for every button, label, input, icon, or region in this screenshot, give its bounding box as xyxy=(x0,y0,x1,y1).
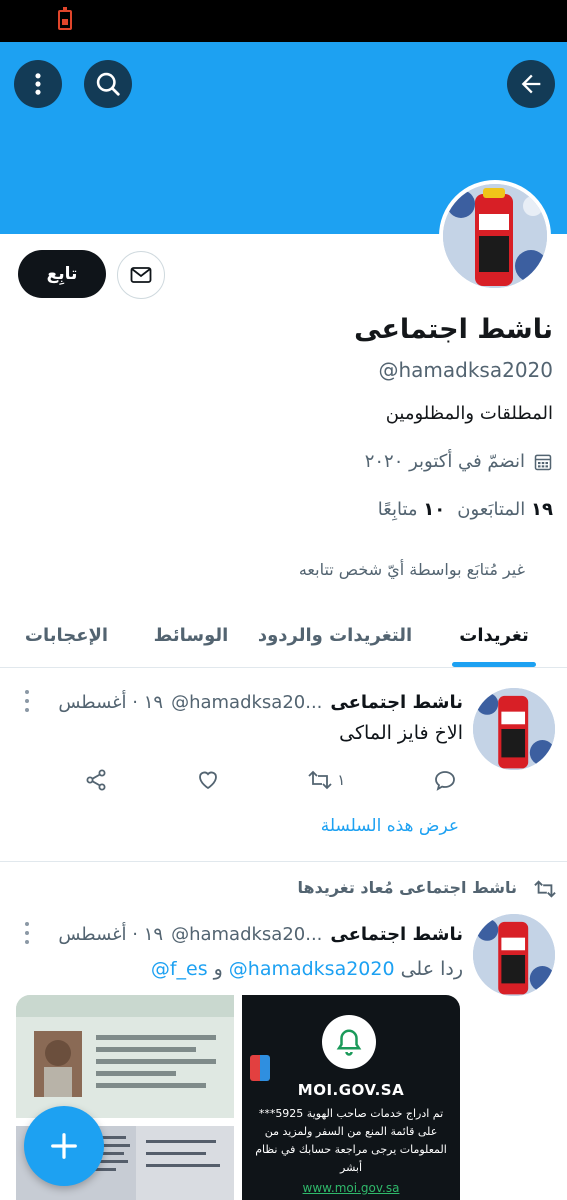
bell-icon xyxy=(336,1029,362,1056)
envelope-icon xyxy=(130,267,152,283)
tweet-date: ١٩ · أغسطس xyxy=(58,692,164,713)
profile-bio: المطلقات والمظلومين xyxy=(385,403,553,424)
id-card-image xyxy=(16,995,234,1118)
battery-charging-icon xyxy=(58,7,72,30)
tweet-text: الاخ فايز الماكى xyxy=(339,722,463,744)
not-followed-note: غير مُتابَع بواسطة أيّ شخص تتابعه xyxy=(298,560,525,579)
like-button[interactable] xyxy=(196,768,220,792)
tweet-author-handle: @hamadksa20... xyxy=(171,692,323,713)
profile-handle: @hamadksa2020 xyxy=(378,358,553,382)
profile-name: ناشط اجتماعى xyxy=(354,314,553,345)
show-thread-link[interactable]: عرض هذه السلسلة xyxy=(321,816,459,836)
retweet-button[interactable]: ١ xyxy=(307,768,345,792)
arrow-left-icon xyxy=(521,74,541,94)
plus-icon xyxy=(51,1133,77,1159)
tab-tweets[interactable]: تغريدات xyxy=(421,604,567,667)
tweet-divider xyxy=(0,861,567,862)
following-stat[interactable]: ١٠ متابِعًا xyxy=(378,499,445,520)
tweet-author-name[interactable]: ناشط اجتماعى xyxy=(330,924,463,945)
moi-title: MOI.GOV.SA xyxy=(297,1081,405,1099)
followers-stat[interactable]: ١٩ المتابَعون xyxy=(457,499,553,520)
followers-count: ١٩ xyxy=(531,499,553,520)
tweet-more-button[interactable] xyxy=(24,922,30,944)
tweet-more-button[interactable] xyxy=(24,690,30,712)
tweet-date: ١٩ · أغسطس xyxy=(58,924,164,945)
tab-media[interactable]: الوسائط xyxy=(133,604,249,667)
following-label: متابِعًا xyxy=(377,499,418,520)
profile-tabs: تغريدات التغريدات والردود الوسائط الإعجا… xyxy=(0,604,567,668)
joined-date: انضمّ في أكتوبر ٢٠٢٠ xyxy=(365,451,553,472)
tweet-avatar[interactable] xyxy=(473,688,555,770)
reply-icon xyxy=(435,771,455,791)
more-vertical-icon xyxy=(35,73,41,95)
follow-button[interactable]: تابِع xyxy=(18,250,106,298)
retweeted-by-text[interactable]: ناشط اجتماعى مُعاد تغريدها xyxy=(298,878,518,897)
follow-stats: ١٠ متابِعًا ١٩ المتابَعون xyxy=(378,499,553,520)
back-button[interactable] xyxy=(507,60,555,108)
following-count: ١٠ xyxy=(423,499,446,520)
tweet-author-name[interactable]: ناشط اجتماعى xyxy=(330,692,463,713)
avatar-image xyxy=(473,914,555,996)
calendar-icon xyxy=(534,454,552,470)
retweet-icon xyxy=(534,880,556,898)
followers-label: المتابَعون xyxy=(457,499,526,520)
tweet-author-handle: @hamadksa20... xyxy=(171,924,323,945)
share-button[interactable] xyxy=(84,768,108,792)
tab-tweets-replies[interactable]: التغريدات والردود xyxy=(249,604,421,667)
status-bar xyxy=(0,0,567,42)
more-options-button[interactable] xyxy=(14,60,62,108)
search-icon xyxy=(96,72,120,96)
compose-tweet-button[interactable] xyxy=(24,1106,104,1186)
tweet-actions: ١ xyxy=(84,762,457,798)
tweet-header: ناشط اجتماعى @hamadksa20... ١٩ · أغسطس xyxy=(58,692,463,713)
heart-icon xyxy=(198,771,217,790)
retweet-context: ناشط اجتماعى مُعاد تغريدها xyxy=(298,878,556,898)
share-icon xyxy=(86,769,106,791)
avatar-image xyxy=(443,184,547,288)
tweet-avatar[interactable] xyxy=(473,914,555,996)
search-button[interactable] xyxy=(84,60,132,108)
tab-likes[interactable]: الإعجابات xyxy=(0,604,133,667)
reply-to-line: ردا على @hamadksa2020 و @f_es xyxy=(151,958,463,980)
reply-mention[interactable]: @f_es xyxy=(151,958,208,980)
media-moi-screenshot[interactable]: MOI.GOV.SA تم ادراج خدمات صاحب الهوية 59… xyxy=(242,995,460,1200)
media-id-card-photo[interactable] xyxy=(16,995,234,1118)
moi-message: تم ادراج خدمات صاحب الهوية 5925*** على ق… xyxy=(255,1107,447,1174)
tweet-header: ناشط اجتماعى @hamadksa20... ١٩ · أغسطس xyxy=(58,924,463,945)
avatar-image xyxy=(473,688,555,770)
reply-mention[interactable]: @hamadksa2020 xyxy=(229,958,395,980)
moi-url: www.moi.gov.sa xyxy=(302,1181,400,1195)
retweet-count: ١ xyxy=(337,771,346,789)
message-button[interactable] xyxy=(117,251,165,299)
moi-bell-badge xyxy=(322,1015,376,1069)
joined-text: انضمّ في أكتوبر ٢٠٢٠ xyxy=(364,451,525,472)
reply-prefix: ردا على xyxy=(400,958,463,980)
retweet-icon xyxy=(308,770,332,790)
profile-avatar[interactable] xyxy=(439,180,551,292)
reply-joiner: و xyxy=(213,958,223,980)
reply-button[interactable] xyxy=(433,768,457,792)
app-logo-icon xyxy=(250,1055,270,1081)
